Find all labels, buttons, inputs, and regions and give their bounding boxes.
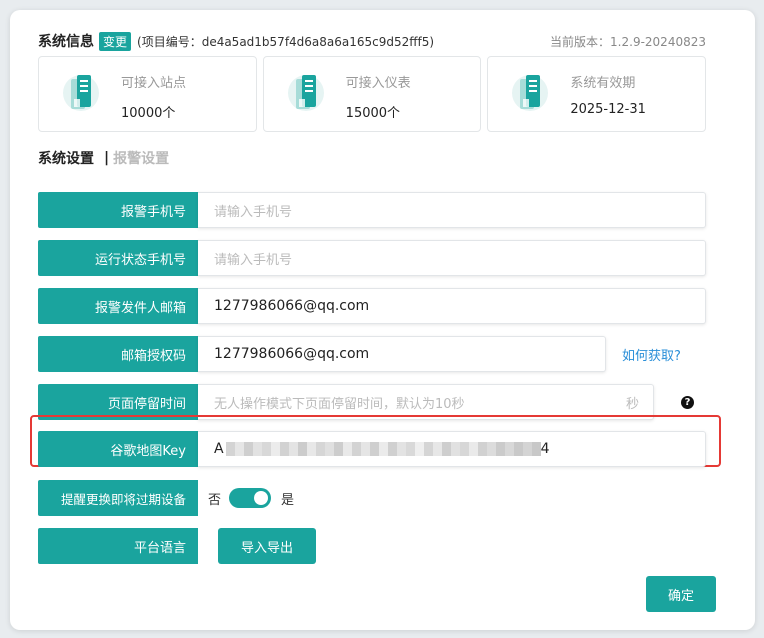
card-meters-label: 可接入仪表 [345, 76, 411, 91]
system-info-header: 系统信息 变更 (项目编号：de4a5ad1b57f4d6a8a6a165c9d… [38, 31, 706, 51]
card-validity-value: 2025-12-31 [570, 102, 646, 117]
google-key-blurred [225, 442, 541, 456]
google-key-suffix: 4 [540, 441, 550, 457]
card-stations: 可接入站点 10000个 [38, 56, 257, 132]
card-meters: 可接入仪表 15000个 [262, 56, 482, 132]
sender-email-input[interactable]: 1277986066@qq.com [198, 288, 706, 324]
language-label: 平台语言 [38, 528, 198, 564]
alarm-phone-label: 报警手机号 [38, 192, 198, 228]
tab-alarm-settings[interactable]: 报警设置 [113, 148, 169, 168]
email-auth-input[interactable]: 1277986066@qq.com [198, 336, 606, 372]
remind-replace-label: 提醒更换即将过期设备 [38, 480, 198, 516]
email-auth-row: 邮箱授权码 1277986066@qq.com 如何获取? [38, 336, 706, 372]
google-key-input[interactable]: A 4 [198, 431, 706, 467]
confirm-button[interactable]: 确定 [646, 576, 716, 612]
toggle-knob [254, 491, 269, 505]
remind-replace-toggle-group: 否 是 [208, 480, 294, 516]
server-icon [63, 75, 99, 111]
stats-cards: 可接入站点 10000个 可接入仪表 15000个 系统有效期 2025-12-… [38, 56, 707, 132]
page-stay-placeholder: 无人操作模式下页面停留时间，默认为10秒 [214, 396, 465, 412]
change-button[interactable]: 变更 [99, 31, 132, 51]
system-info-title: 系统信息 [38, 34, 94, 50]
toggle-on-label: 是 [281, 492, 295, 508]
card-validity: 系统有效期 2025-12-31 [487, 56, 707, 132]
project-number: (项目编号：de4a5ad1b57f4d6a8a6a165c9d52fff5) [137, 34, 435, 49]
server-icon [287, 75, 324, 111]
card-validity-label: 系统有效期 [570, 76, 636, 91]
alarm-phone-input[interactable]: 请输入手机号 [198, 192, 706, 228]
tab-system-settings[interactable]: 系统设置 [38, 148, 94, 168]
card-stations-label: 可接入站点 [121, 76, 187, 91]
help-icon[interactable]: ? [681, 396, 694, 409]
status-phone-input[interactable]: 请输入手机号 [198, 240, 706, 276]
google-key-label: 谷歌地图Key [38, 431, 198, 467]
toggle-off-label: 否 [208, 492, 222, 508]
sender-email-label: 报警发件人邮箱 [38, 288, 198, 324]
seconds-suffix: 秒 [625, 396, 639, 412]
how-to-get-link[interactable]: 如何获取? [622, 345, 681, 364]
email-auth-label: 邮箱授权码 [38, 336, 198, 372]
card-meters-value: 15000个 [345, 106, 401, 121]
google-key-prefix: A [214, 441, 224, 457]
current-version: 当前版本：1.2.9-20240823 [550, 34, 706, 49]
status-phone-label: 运行状态手机号 [38, 240, 198, 276]
tab-separator: | [104, 150, 110, 166]
import-export-button[interactable]: 导入导出 [218, 528, 316, 564]
settings-tabs: 系统设置 | 报警设置 [38, 149, 169, 167]
card-stations-value: 10000个 [121, 106, 176, 121]
remind-replace-toggle[interactable] [229, 488, 272, 508]
server-icon [512, 75, 549, 111]
